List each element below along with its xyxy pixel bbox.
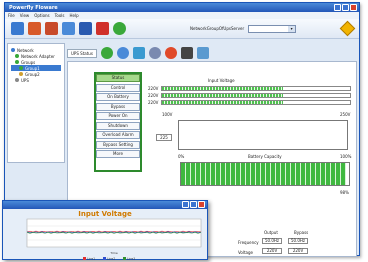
close-button[interactable] — [198, 201, 205, 208]
value-box: 225 — [156, 134, 172, 141]
output-panel — [178, 120, 348, 150]
capacity-bar — [180, 162, 350, 186]
monitor-icon[interactable] — [116, 47, 129, 59]
range-max-label: 250V — [340, 112, 351, 117]
ups-icon — [19, 66, 23, 70]
capacity-max-label: 100% — [340, 154, 352, 159]
menu-file[interactable]: File — [8, 13, 15, 18]
phase-row: 220V — [148, 93, 352, 98]
voltage-chart: Time Line1 Line2 Line3 — [26, 218, 202, 261]
input-voltage-window: Input Voltage Time Line1 Line2 Line3 — [2, 200, 208, 261]
menu-options[interactable]: Options — [34, 13, 49, 18]
popup-title-bar — [3, 201, 207, 209]
phase-bar — [161, 93, 352, 98]
capacity-title: Battery Capacity — [248, 154, 282, 159]
refresh-icon[interactable] — [113, 22, 126, 35]
grid-row-label: Voltage — [238, 250, 254, 255]
log-icon[interactable] — [180, 47, 193, 59]
toolbar: NetworkGroupOfUpsServer ▾ — [5, 19, 359, 39]
grid-cell: 220V — [262, 248, 282, 254]
command-button[interactable]: Status — [96, 74, 140, 82]
report-icon[interactable] — [196, 47, 209, 59]
server-select[interactable]: ▾ — [248, 24, 297, 33]
grid-cell: 220V — [288, 248, 308, 254]
window-icon[interactable] — [62, 22, 75, 35]
window-title: Powerfly Floware — [9, 5, 58, 11]
server-label: NetworkGroupOfUpsServer — [190, 26, 245, 31]
device-tree: Network Network Adapter Groups Group1 Gr… — [7, 43, 65, 163]
chevron-down-icon[interactable]: ▾ — [288, 25, 296, 32]
command-button[interactable]: Bypass Setting — [96, 140, 140, 149]
maximize-button[interactable] — [190, 201, 197, 208]
menu-bar: File View Options Tools Help — [5, 12, 359, 19]
input-voltage-title: Input Voltage — [208, 78, 235, 83]
menu-help[interactable]: Help — [70, 13, 79, 18]
event-icon[interactable] — [148, 47, 161, 59]
connect-icon[interactable] — [28, 22, 41, 35]
ups-icon — [19, 72, 23, 76]
status-icon[interactable] — [100, 47, 113, 59]
grid-col-label: Bypass — [294, 230, 309, 235]
legend-label: Line1 — [87, 257, 95, 261]
menu-view[interactable]: View — [20, 13, 30, 18]
grid-row-label: Frequency — [238, 240, 259, 245]
minimize-button[interactable] — [334, 4, 341, 11]
adapter-icon — [15, 54, 19, 58]
command-button[interactable]: On Battery — [96, 93, 140, 101]
x-axis-label: Time — [109, 251, 117, 255]
legend-label: Line2 — [107, 257, 115, 261]
command-button[interactable]: More — [96, 150, 140, 158]
tree-node[interactable]: UPS — [11, 77, 61, 83]
phase-bar — [161, 86, 352, 91]
legend-label: Line3 — [127, 257, 135, 261]
group-icon — [15, 60, 19, 64]
phase-row: 220V — [148, 86, 352, 91]
grid-col-label: Output — [264, 230, 278, 235]
gear-icon[interactable] — [132, 47, 145, 59]
grid-cell: 50.0Hz — [288, 238, 308, 244]
maximize-button[interactable] — [342, 4, 349, 11]
phase-row: 220V — [148, 100, 352, 105]
shutdown-icon[interactable] — [164, 47, 177, 59]
tab-row: UPS Status — [67, 47, 209, 59]
legend-swatch — [83, 257, 86, 260]
network-icon — [11, 48, 15, 52]
command-button[interactable]: Shutdown — [96, 121, 140, 130]
command-button[interactable]: Bypass — [96, 102, 140, 111]
popup-body: Input Voltage Time Line1 Line2 Line3 — [3, 209, 207, 261]
warning-icon[interactable] — [339, 20, 356, 37]
range-min-label: 100V — [162, 112, 173, 117]
legend-swatch — [103, 257, 106, 260]
command-button[interactable]: Control — [96, 83, 140, 92]
capacity-value: 98% — [340, 190, 349, 195]
command-list: Status Control On Battery Bypass Power On Shu… — [96, 74, 140, 160]
command-button[interactable]: Power On — [96, 112, 140, 120]
save-icon[interactable] — [79, 22, 92, 35]
phase-bar — [161, 100, 352, 105]
title-bar: Powerfly Floware — [5, 3, 359, 12]
disconnect-icon[interactable] — [45, 22, 58, 35]
legend-swatch — [123, 257, 126, 260]
network-icon[interactable] — [11, 22, 24, 35]
tab-ups-status[interactable]: UPS Status — [67, 48, 97, 58]
close-button[interactable] — [350, 4, 357, 11]
capacity-min-label: 0% — [178, 154, 185, 159]
ups-icon — [15, 78, 19, 82]
menu-tools[interactable]: Tools — [55, 13, 65, 18]
minimize-button[interactable] — [182, 201, 189, 208]
grid-cell: 50.0Hz — [262, 238, 282, 244]
command-button[interactable]: Overload Alarm — [96, 131, 140, 139]
edit-icon[interactable] — [96, 22, 109, 35]
